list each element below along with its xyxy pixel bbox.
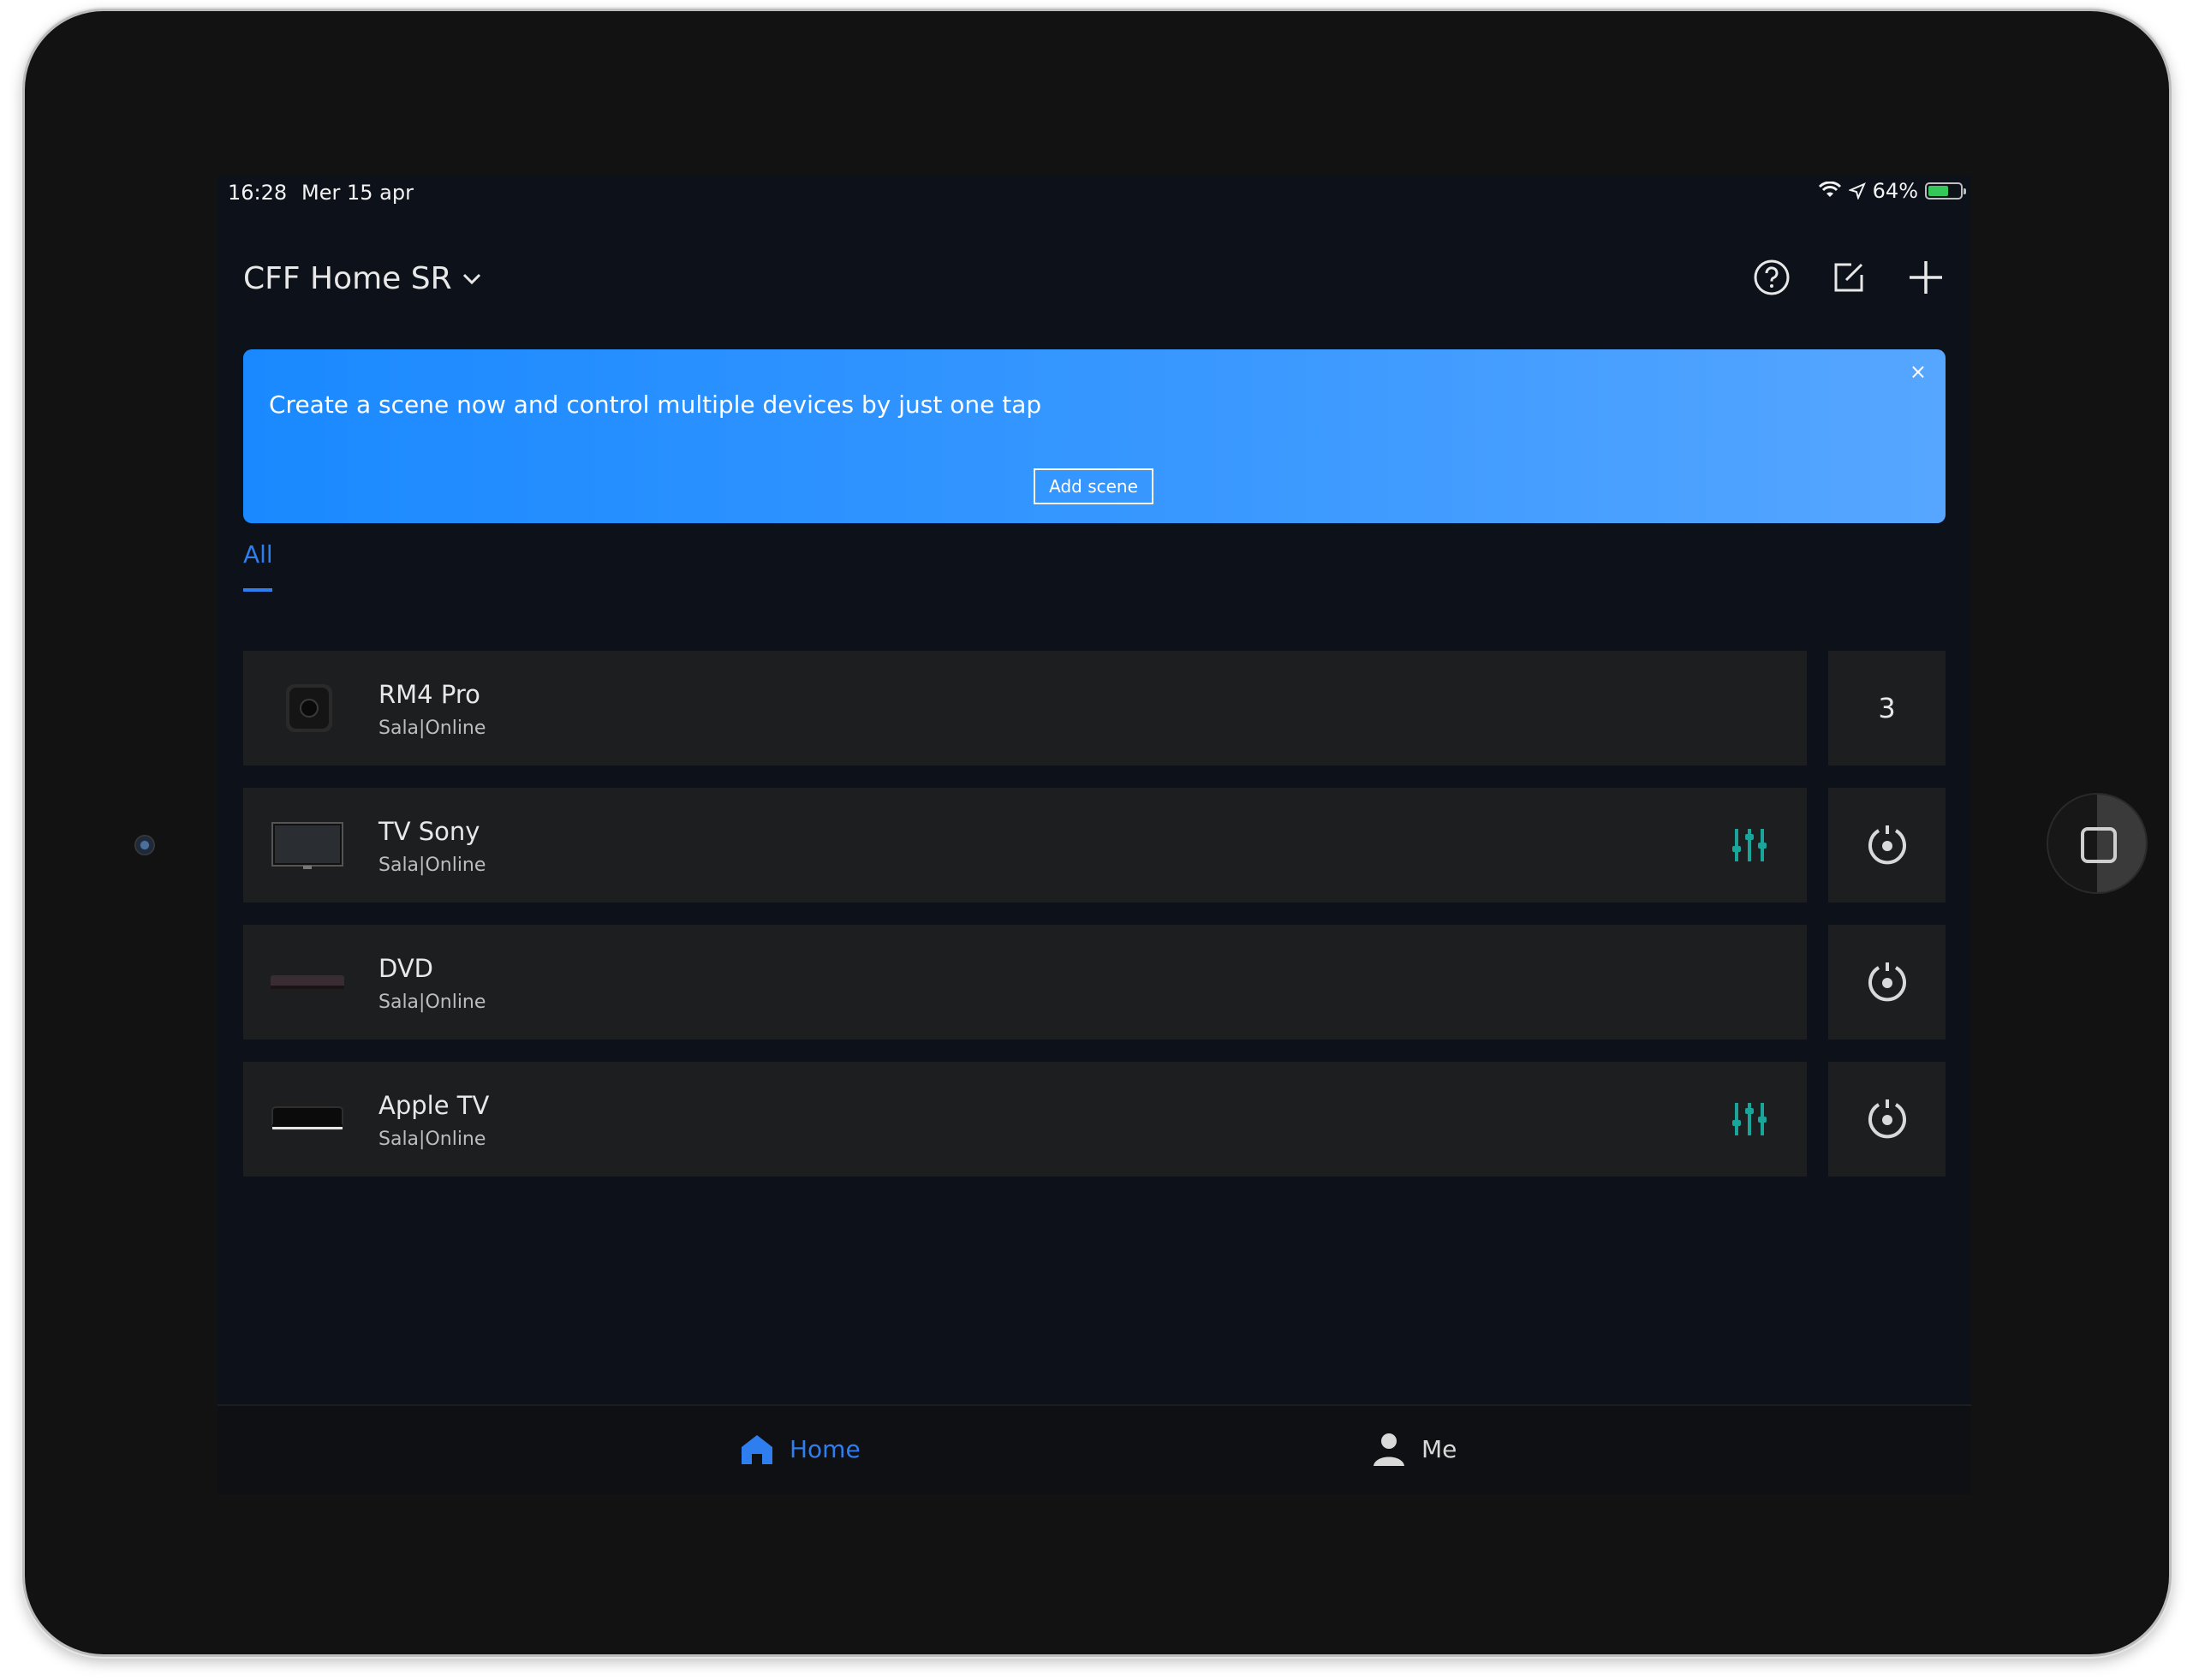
device-status: Sala|Online xyxy=(378,992,486,1013)
tab-all[interactable]: All xyxy=(243,540,273,569)
add-icon[interactable] xyxy=(1906,258,1946,297)
dvd-player-icon xyxy=(271,975,344,989)
device-status: Sala|Online xyxy=(378,855,486,876)
remote-control-icon[interactable] xyxy=(1730,824,1769,867)
tab-all-indicator xyxy=(243,588,272,592)
power-box[interactable] xyxy=(1828,925,1946,1040)
status-time: 16:28 xyxy=(228,181,288,205)
status-date: Mer 15 apr xyxy=(301,181,414,205)
battery-charging-icon xyxy=(1925,182,1966,200)
battery-percent: 64% xyxy=(1872,179,1918,203)
device-status: Sala|Online xyxy=(378,718,486,739)
device-row-tv-sony[interactable]: TV Sony Sala|Online xyxy=(243,788,1807,903)
apple-tv-icon xyxy=(271,1106,343,1130)
edit-icon[interactable] xyxy=(1829,258,1868,297)
power-icon[interactable] xyxy=(1864,822,1910,868)
device-name: TV Sony xyxy=(378,817,480,846)
tv-icon xyxy=(271,822,343,869)
device-name: RM4 Pro xyxy=(378,680,480,709)
top-bar: CFF Home SR xyxy=(218,253,1971,313)
wifi-icon xyxy=(1818,182,1841,197)
bottom-tab-bar: Home Me xyxy=(218,1404,1971,1494)
home-icon xyxy=(742,1435,772,1464)
status-bar: 16:28 Mer 15 apr 64% xyxy=(218,176,1971,210)
battery-fill xyxy=(1928,186,1948,196)
device-name: Apple TV xyxy=(378,1091,490,1120)
home-selector[interactable]: CFF Home SR xyxy=(243,261,481,296)
home-name: CFF Home SR xyxy=(243,261,452,296)
home-button[interactable] xyxy=(2048,795,2146,892)
home-button-square-icon xyxy=(2081,827,2117,863)
top-actions xyxy=(1752,258,1946,297)
device-row-apple-tv[interactable]: Apple TV Sala|Online xyxy=(243,1062,1807,1177)
location-arrow-icon xyxy=(1848,182,1866,200)
hub-icon xyxy=(286,684,332,732)
tab-home[interactable]: Home xyxy=(738,1430,861,1468)
chevron-down-icon xyxy=(462,273,480,284)
tab-me[interactable]: Me xyxy=(1370,1430,1457,1468)
power-icon[interactable] xyxy=(1864,1096,1910,1142)
help-icon[interactable] xyxy=(1752,258,1791,297)
scene-banner: Create a scene now and control multiple … xyxy=(243,349,1946,523)
status-right: 64% xyxy=(1818,179,1966,203)
power-icon[interactable] xyxy=(1864,959,1910,1005)
remote-control-icon[interactable] xyxy=(1730,1098,1769,1141)
close-icon[interactable]: × xyxy=(1910,360,1927,384)
power-box[interactable] xyxy=(1828,1062,1946,1177)
app-screen: 16:28 Mer 15 apr 64% CFF Home SR Create … xyxy=(218,176,1971,1494)
device-count-box[interactable]: 3 xyxy=(1828,651,1946,766)
device-row-rm4-pro[interactable]: RM4 Pro Sala|Online xyxy=(243,651,1807,766)
device-status: Sala|Online xyxy=(378,1129,486,1150)
banner-message: Create a scene now and control multiple … xyxy=(269,390,1042,419)
front-camera xyxy=(134,835,155,855)
add-scene-button[interactable]: Add scene xyxy=(1034,468,1153,504)
power-box[interactable] xyxy=(1828,788,1946,903)
user-icon xyxy=(1374,1433,1404,1466)
device-name: DVD xyxy=(378,954,433,983)
tab-home-label: Home xyxy=(790,1434,861,1463)
device-count: 3 xyxy=(1878,692,1896,724)
tab-me-label: Me xyxy=(1421,1434,1457,1463)
device-row-dvd[interactable]: DVD Sala|Online xyxy=(243,925,1807,1040)
